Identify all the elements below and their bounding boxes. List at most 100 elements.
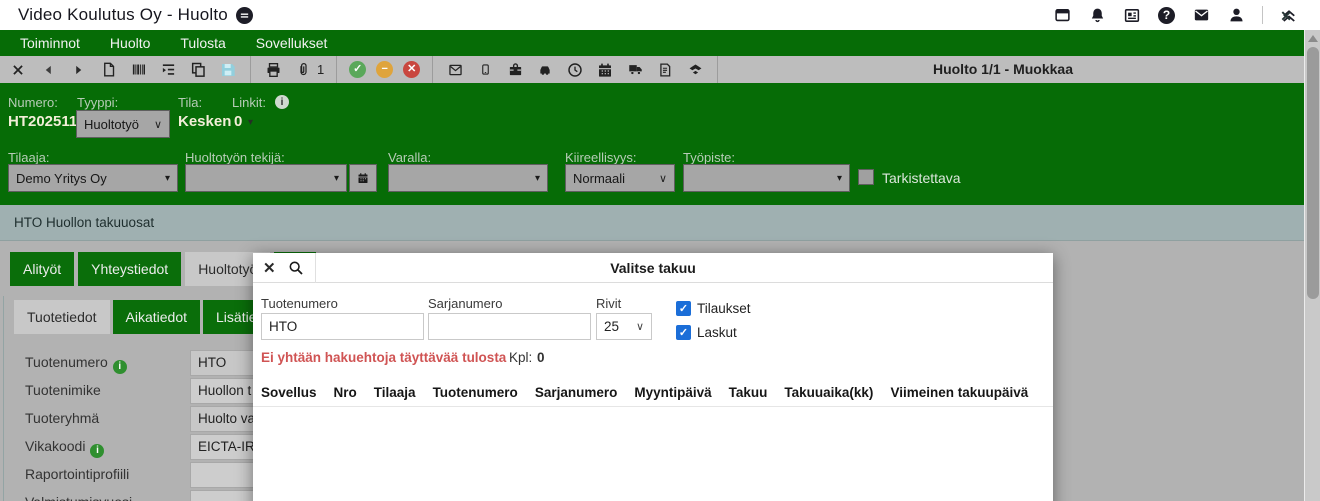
col-nro[interactable]: Nro xyxy=(334,385,357,400)
note-icon[interactable] xyxy=(655,59,675,81)
menu-huolto[interactable]: Huolto xyxy=(110,35,150,51)
titlebar-separator xyxy=(1262,6,1263,24)
tyopiste-label: Työpiste: xyxy=(683,150,735,165)
search-icon[interactable] xyxy=(288,260,304,276)
car-icon[interactable] xyxy=(535,59,555,81)
toolbar-separator xyxy=(250,56,251,83)
col-takuu[interactable]: Takuu xyxy=(729,385,768,400)
window-icon[interactable] xyxy=(1053,7,1072,24)
tarkistettava-label: Tarkistettava xyxy=(882,170,961,186)
sub-tabs: Tuotetiedot Aikatiedot Lisätiedot xyxy=(14,300,289,334)
tab-alityot[interactable]: Alityöt xyxy=(10,252,74,286)
mail-icon[interactable] xyxy=(1192,7,1211,23)
valmistumisvuosi-field-label: Valmistumisvuosi xyxy=(25,494,132,501)
col-viimeinen-takuupaiva[interactable]: Viimeinen takuupäivä xyxy=(890,385,1028,400)
info-icon[interactable]: i xyxy=(113,360,127,374)
col-tuotenumero[interactable]: Tuotenumero xyxy=(433,385,518,400)
email-icon[interactable] xyxy=(445,59,465,81)
kiireellisyys-select[interactable]: Normaali∨ xyxy=(565,164,675,192)
record-toolbar: 1 ✓ − ✕ Huolto 1 xyxy=(0,56,1320,83)
menu-tulosta[interactable]: Tulosta xyxy=(180,35,225,51)
tyyppi-select[interactable]: Huoltotyö∨ xyxy=(76,110,170,138)
calendar-icon xyxy=(357,171,369,185)
tilaukset-label: Tilaukset xyxy=(697,301,751,316)
menu-toiminnot[interactable]: Toiminnot xyxy=(20,35,80,51)
user-icon[interactable] xyxy=(1228,6,1245,24)
laskut-label: Laskut xyxy=(697,325,737,340)
kiireellisyys-label: Kiireellisyys: xyxy=(565,150,637,165)
info-icon[interactable]: i xyxy=(90,444,104,458)
nav-forward-icon[interactable] xyxy=(68,59,88,81)
dialog-close-icon[interactable]: ✕ xyxy=(263,259,276,277)
vikakoodi-field-label: Vikakoodi xyxy=(25,438,85,454)
header-separator xyxy=(315,253,316,283)
section-close-icon[interactable]: ✕ xyxy=(1280,8,1292,25)
worklist-icon[interactable] xyxy=(158,59,178,81)
col-takuuaika[interactable]: Takuuaika(kk) xyxy=(784,385,873,400)
vertical-scrollbar[interactable] xyxy=(1304,30,1320,501)
tekija-combo[interactable]: ▾ xyxy=(185,164,347,192)
tab-yhteystiedot[interactable]: Yhteystiedot xyxy=(78,252,181,286)
col-myyntipaiva[interactable]: Myyntipäivä xyxy=(634,385,711,400)
bell-icon[interactable] xyxy=(1089,6,1106,24)
no-results-message: Ei yhtään hakuehtoja täyttävää tulosta xyxy=(261,350,506,365)
tilaaja-combo[interactable]: Demo Yritys Oy▾ xyxy=(8,164,178,192)
attachment-icon[interactable] xyxy=(293,59,313,81)
subtab-tuotetiedot[interactable]: Tuotetiedot xyxy=(14,300,110,334)
tilaukset-checkbox[interactable]: ✓ xyxy=(676,301,691,316)
col-tilaaja[interactable]: Tilaaja xyxy=(374,385,416,400)
modal-sarjanumero-input[interactable] xyxy=(428,313,591,340)
varalla-combo[interactable]: ▾ xyxy=(388,164,548,192)
help-icon[interactable]: ? xyxy=(1158,7,1175,24)
linkit-caret-icon[interactable]: ▾ xyxy=(248,117,253,128)
nav-back-icon[interactable] xyxy=(38,59,58,81)
menu-sovellukset[interactable]: Sovellukset xyxy=(256,35,328,51)
tilaaja-label: Tilaaja: xyxy=(8,150,49,165)
toolbar-separator xyxy=(432,56,433,83)
hold-icon[interactable]: − xyxy=(376,61,393,78)
col-sovellus[interactable]: Sovellus xyxy=(261,385,317,400)
scrollbar-thumb[interactable] xyxy=(1307,47,1319,299)
tilaukset-checkbox-row: ✓ Tilaukset xyxy=(676,301,751,316)
laskut-checkbox[interactable]: ✓ xyxy=(676,325,691,340)
linkit-label: Linkit: xyxy=(232,95,266,110)
reject-icon[interactable]: ✕ xyxy=(403,61,420,78)
badge-icon xyxy=(236,7,253,24)
tyopiste-combo[interactable]: ▾ xyxy=(683,164,850,192)
barcode-icon[interactable] xyxy=(128,59,148,81)
calendar-icon[interactable] xyxy=(595,59,615,81)
save-icon[interactable] xyxy=(218,59,238,81)
chevron-down-icon: ∨ xyxy=(653,172,667,185)
laskut-checkbox-row: ✓ Laskut xyxy=(676,325,737,340)
delivery-truck-icon[interactable] xyxy=(625,59,645,81)
clock-icon[interactable] xyxy=(565,59,585,81)
tuoteryhma-field-label: Tuoteryhmä xyxy=(25,410,99,426)
print-icon[interactable] xyxy=(263,59,283,81)
tyyppi-label: Tyyppi: xyxy=(77,95,118,110)
news-icon[interactable] xyxy=(1123,7,1141,24)
scroll-up-arrow-icon[interactable] xyxy=(1308,35,1318,42)
modal-rivit-select[interactable]: 25∨ xyxy=(596,313,652,340)
numero-label: Numero: xyxy=(8,95,58,110)
copy-icon[interactable] xyxy=(188,59,208,81)
attachment-count: 1 xyxy=(317,62,324,77)
approve-icon[interactable]: ✓ xyxy=(349,61,366,78)
close-record-icon[interactable] xyxy=(8,59,28,81)
tarkistettava-checkbox[interactable] xyxy=(858,169,874,185)
subtab-aikatiedot[interactable]: Aikatiedot xyxy=(113,300,200,334)
linkit-count[interactable]: 0 xyxy=(234,113,242,130)
tekija-calendar-button[interactable] xyxy=(349,164,377,192)
count-value: 0 xyxy=(537,350,545,365)
mobile-icon[interactable] xyxy=(475,59,495,81)
col-sarjanumero[interactable]: Sarjanumero xyxy=(535,385,618,400)
valitse-takuu-dialog: ✕ Valitse takuu Tuotenumero Sarjanumero … xyxy=(253,253,1053,501)
toolbar-separator xyxy=(717,56,718,83)
tuotenimike-field-label: Tuotenimike xyxy=(25,382,101,398)
new-document-icon[interactable] xyxy=(98,59,118,81)
dropbox-icon[interactable] xyxy=(685,59,705,81)
tila-value: Kesken xyxy=(178,113,231,130)
linkit-info-icon[interactable]: i xyxy=(275,95,289,109)
modal-tuotenumero-input[interactable] xyxy=(261,313,424,340)
tekija-label: Huoltotyön tekijä: xyxy=(185,150,285,165)
toolbox-icon[interactable] xyxy=(505,59,525,81)
